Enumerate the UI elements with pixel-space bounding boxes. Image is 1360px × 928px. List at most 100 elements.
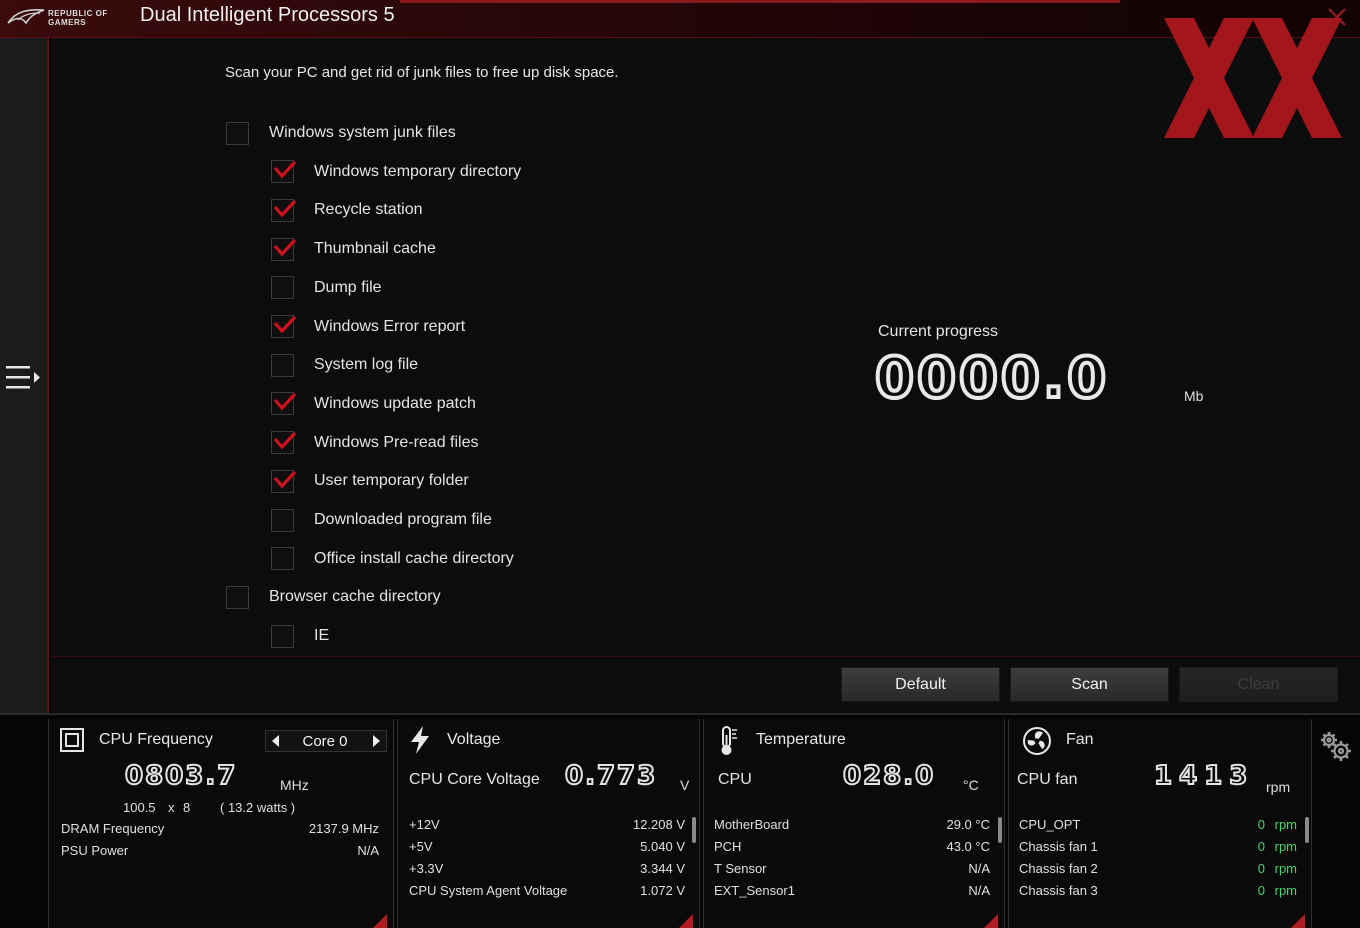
fan-scrollbar[interactable]: [1305, 817, 1309, 843]
fan-row-label: CPU_OPT: [1019, 817, 1081, 832]
logo-text: REPUBLIC OF GAMERS: [48, 9, 108, 27]
checkbox-checked[interactable]: [271, 160, 297, 184]
checkbox-checked[interactable]: [271, 315, 297, 338]
checkmark-icon: [273, 432, 297, 450]
checkbox-row-browser-cache-directory[interactable]: Browser cache directory: [226, 582, 441, 612]
core-selector[interactable]: Core 0: [265, 730, 387, 752]
checkbox-label: Windows system junk files: [269, 124, 456, 141]
checkbox-label: Browser cache directory: [269, 588, 441, 606]
temperature-row-value: 29.0 °C: [946, 817, 990, 832]
voltage-panel: Voltage CPU Core Voltage 0.773 V +12V 12.…: [397, 719, 700, 928]
checkbox-row-windows-update-patch[interactable]: Windows update patch: [271, 389, 476, 419]
checkbox-checked[interactable]: [271, 237, 297, 261]
bclk-value: 100.5: [123, 800, 156, 815]
cpu-core-voltage-value: 0.773: [564, 760, 658, 792]
hardware-monitor: CPU Frequency Core 0 0803.7 MHz 100.5 x …: [0, 713, 1360, 928]
checkbox-checked[interactable]: [271, 198, 297, 222]
default-button[interactable]: Default: [841, 667, 1000, 702]
checkbox-unchecked[interactable]: [271, 353, 294, 377]
voltage-row-label: +12V: [409, 817, 440, 832]
temperature-panel-title: Temperature: [756, 731, 846, 748]
temperature-row-label: PCH: [714, 839, 742, 854]
cpu-core-voltage-unit: V: [680, 777, 690, 793]
checkbox-unchecked[interactable]: [271, 276, 294, 300]
checkmark-icon: [273, 470, 297, 489]
core-prev-icon[interactable]: [268, 733, 284, 749]
voltage-row-label: +3.3V: [409, 861, 444, 876]
fan-row-label: Chassis fan 3: [1019, 883, 1098, 898]
fan-row-label: Chassis fan 1: [1019, 839, 1098, 854]
cpu-frequency-panel: CPU Frequency Core 0 0803.7 MHz 100.5 x …: [48, 719, 394, 928]
app-title: Dual Intelligent Processors 5: [140, 4, 395, 26]
fan-icon: [1021, 725, 1053, 762]
lightning-icon: [408, 725, 432, 760]
sidebar: [0, 38, 49, 713]
ratio-value: 8: [183, 800, 191, 815]
voltage-row-value: 12.208 V: [632, 817, 685, 832]
checkbox-row-windows-system-junk-files[interactable]: Windows system junk files: [226, 118, 456, 148]
checkbox-row-windows-pre-read-files[interactable]: Windows Pre-read files: [271, 428, 479, 458]
checkbox-row-thumbnail-cache[interactable]: Thumbnail cache: [271, 234, 436, 264]
checkbox-row-ie-cache[interactable]: IE: [271, 621, 329, 651]
cpu-temp-label: CPU: [718, 771, 752, 788]
checkbox-row-office-install-cache-directory[interactable]: Office install cache directory: [271, 544, 514, 574]
progress-unit: Mb: [1184, 388, 1204, 404]
checkbox-unchecked[interactable]: [271, 547, 294, 571]
checkbox-unchecked[interactable]: [226, 585, 249, 609]
temperature-row-value: 43.0 °C: [946, 839, 990, 854]
temperature-scrollbar[interactable]: [998, 817, 1002, 843]
checkbox-row-system-log-file[interactable]: System log file: [271, 350, 418, 380]
expand-corner[interactable]: [1291, 914, 1305, 928]
voltage-row-value: 1.072 V: [640, 883, 685, 898]
cpu-frequency-unit: MHz: [280, 777, 309, 793]
title-bar: REPUBLIC OF GAMERS Dual Intelligent Proc…: [0, 0, 1360, 38]
fan-row-label: Chassis fan 2: [1019, 861, 1098, 876]
divider: [51, 656, 1360, 657]
gears-icon[interactable]: [1318, 729, 1354, 765]
expand-corner[interactable]: [679, 914, 693, 928]
fan-row-value: 0: [1257, 817, 1265, 832]
expand-corner[interactable]: [373, 914, 387, 928]
fan-row-value: 0: [1257, 861, 1265, 876]
checkbox-label: Dump file: [314, 278, 382, 296]
checkbox-row-dump-file[interactable]: Dump file: [271, 273, 382, 303]
checkbox-unchecked[interactable]: [271, 508, 294, 532]
voltage-row-value: 3.344 V: [640, 861, 685, 876]
checkbox-row-downloaded-program-file[interactable]: Downloaded program file: [271, 505, 492, 535]
fan-row-unit: rpm: [1274, 883, 1297, 898]
checkbox-checked[interactable]: [271, 392, 297, 416]
checkbox-checked[interactable]: [271, 469, 297, 493]
checkbox-unchecked[interactable]: [271, 624, 294, 648]
checkbox-label: Thumbnail cache: [314, 240, 436, 258]
checkbox-label: Recycle station: [314, 201, 423, 219]
checkmark-icon: [273, 315, 297, 334]
voltage-scrollbar[interactable]: [692, 817, 696, 843]
expand-corner[interactable]: [984, 914, 998, 928]
checkbox-row-user-temporary-folder[interactable]: User temporary folder: [271, 466, 469, 496]
checkbox-label: Office install cache directory: [314, 549, 514, 567]
checkbox-row-windows-error-report[interactable]: Windows Error report: [271, 312, 465, 342]
fan-panel-title: Fan: [1066, 731, 1094, 748]
temperature-row-value: N/A: [968, 883, 990, 898]
checkbox-row-windows-temporary-directory[interactable]: Windows temporary directory: [271, 157, 521, 187]
checkbox-label: Windows update patch: [314, 394, 476, 412]
cpu-fan-unit: rpm: [1266, 779, 1291, 795]
voltage-row-label: CPU System Agent Voltage: [409, 883, 568, 898]
clean-button[interactable]: Clean: [1179, 667, 1338, 702]
fan-row-value: 0: [1257, 839, 1265, 854]
thermometer-icon: [718, 725, 740, 762]
scan-button[interactable]: Scan: [1010, 667, 1169, 702]
core-next-icon[interactable]: [368, 733, 384, 749]
progress-label: Current progress: [878, 323, 999, 340]
checkmark-icon: [273, 161, 297, 179]
checkbox-row-recycle-station[interactable]: Recycle station: [271, 195, 423, 225]
rog-logo: REPUBLIC OF GAMERS: [6, 5, 126, 31]
temperature-row-label: EXT_Sensor1: [714, 883, 795, 898]
checkbox-unchecked[interactable]: [226, 121, 249, 145]
temperature-row-label: T Sensor: [714, 861, 767, 876]
dram-frequency-value: 2137.9 MHz: [308, 821, 379, 836]
checkbox-checked[interactable]: [271, 431, 297, 455]
menu-expand-icon[interactable]: [4, 364, 44, 392]
fan-row-unit: rpm: [1274, 861, 1297, 876]
cpu-core-voltage-label: CPU Core Voltage: [409, 771, 540, 788]
